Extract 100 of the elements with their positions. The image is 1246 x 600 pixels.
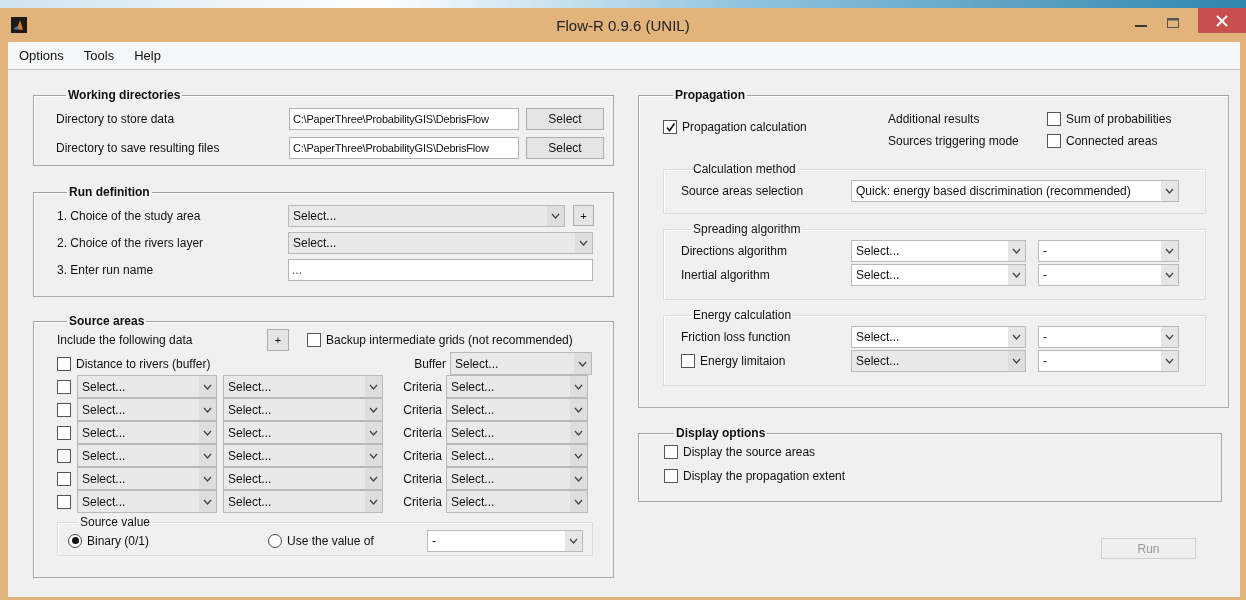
dropdown[interactable]: - [1038, 326, 1179, 348]
checkbox[interactable] [57, 425, 71, 440]
chevron-down-icon [1165, 272, 1174, 278]
chevron-down-icon [203, 383, 212, 390]
radio-label: Use the value of [287, 533, 375, 548]
chevron-down-icon [369, 429, 378, 436]
field-label: Inertial algorithm [681, 268, 771, 282]
chevron-down-icon [369, 452, 378, 459]
dropdown[interactable]: - [1038, 240, 1179, 262]
menu-item[interactable]: Tools [83, 48, 115, 63]
checkbox-label: Propagation calculation [682, 120, 807, 134]
select-button[interactable]: Select [526, 107, 604, 130]
field-label: Criteria [402, 379, 443, 394]
menu-item[interactable]: Options [19, 48, 64, 63]
window-title: Flow-R 0.9.6 (UNIL) [555, 16, 691, 34]
chevron-down-icon [569, 537, 578, 544]
run-name-field[interactable]: ... [288, 258, 593, 281]
field-label: Source areas selection [681, 184, 805, 198]
checkbox[interactable] [57, 379, 71, 394]
chevron-down-icon [578, 360, 587, 367]
group-title: Spreading algorithm [692, 222, 802, 236]
checkbox[interactable] [1047, 112, 1061, 126]
field-label: Friction loss function [681, 330, 792, 344]
chevron-down-icon [574, 498, 583, 505]
chevron-down-icon [1012, 334, 1021, 340]
field-label: Directory to save resulting files [56, 140, 221, 155]
group-title: Working directories [67, 88, 182, 102]
checkbox-label: Display the source areas [683, 445, 816, 459]
chevron-down-icon [574, 429, 583, 436]
field-label: Sources triggering mode [888, 133, 1020, 150]
radio-button[interactable] [268, 533, 282, 548]
checkbox[interactable] [57, 448, 71, 463]
close-button[interactable] [1198, 8, 1246, 33]
chevron-down-icon [1165, 334, 1174, 340]
add-button[interactable]: + [573, 205, 594, 226]
checkbox[interactable] [1047, 134, 1061, 148]
group-title: Propagation [674, 88, 746, 102]
chevron-down-icon [1165, 188, 1174, 194]
chevron-down-icon [551, 212, 560, 219]
group-title: Run definition [68, 185, 151, 199]
field-label: Criteria [402, 448, 443, 463]
checkbox[interactable] [663, 120, 677, 134]
dropdown[interactable]: Select... [851, 326, 1026, 348]
checkbox[interactable] [664, 445, 678, 459]
checkbox-label: Energy limitaion [700, 354, 786, 368]
checkbox[interactable] [307, 333, 321, 347]
radio-label: Binary (0/1) [87, 533, 151, 548]
dropdown[interactable]: - [1038, 264, 1179, 286]
chevron-down-icon [1012, 272, 1021, 278]
chevron-down-icon [203, 429, 212, 436]
chevron-down-icon [203, 498, 212, 505]
checkbox-label: Connected areas [1066, 134, 1158, 148]
add-button[interactable]: + [267, 329, 289, 351]
checkbox-label: Distance to rivers (buffer) [76, 356, 212, 371]
chevron-down-icon [574, 383, 583, 390]
dropdown[interactable]: - [427, 529, 583, 552]
chevron-down-icon [369, 383, 378, 390]
checkbox[interactable] [57, 471, 71, 486]
field-label: Criteria [402, 402, 443, 417]
checkbox[interactable] [681, 354, 695, 368]
field-label: Include the following data [57, 333, 194, 347]
field-label: Directions algorithm [681, 244, 789, 258]
chevron-down-icon [1165, 358, 1174, 364]
field-label: Criteria [402, 494, 443, 509]
radio-button[interactable] [68, 533, 82, 548]
checkbox[interactable] [57, 356, 71, 371]
chevron-down-icon [574, 452, 583, 459]
field-label: Criteria [402, 471, 443, 486]
dropdown[interactable]: - [1038, 350, 1179, 372]
checkbox-label: Display the propagation extent [683, 469, 846, 483]
field-label: 1. Choice of the study area [57, 208, 202, 223]
chevron-down-icon [203, 475, 212, 482]
dropdown[interactable]: Select... [851, 264, 1026, 286]
chevron-down-icon [574, 406, 583, 413]
select-button[interactable]: Select [526, 136, 604, 159]
field-label: Directory to store data [56, 111, 176, 126]
field-label: Additional results [888, 111, 981, 128]
chevron-down-icon [1165, 248, 1174, 254]
chevron-down-icon [369, 475, 378, 482]
group-title: Source areas [68, 314, 146, 328]
chevron-down-icon [574, 475, 583, 482]
maximize-icon[interactable] [1166, 16, 1180, 30]
chevron-down-icon [1012, 248, 1021, 254]
checkbox[interactable] [57, 494, 71, 509]
checkbox[interactable] [57, 402, 71, 417]
menu-item[interactable]: Help [134, 48, 161, 63]
checkbox-label: Backup intermediate grids (not recommended) [326, 333, 573, 347]
chevron-down-icon [369, 498, 378, 505]
field-label: Criteria [402, 425, 443, 440]
group-title: Source value [79, 515, 152, 529]
dropdown[interactable]: Quick: energy based discrimination (recommended) [851, 180, 1179, 202]
path-field[interactable]: C:\PaperThree\ProbabilityGIS\DebrisFlow [289, 136, 519, 159]
path-field[interactable]: C:\PaperThree\ProbabilityGIS\DebrisFlow [289, 107, 519, 130]
field-label: Buffer [413, 356, 447, 371]
field-label: 2. Choice of the rivers layer [57, 235, 205, 250]
group-title: Energy calculation [692, 308, 793, 322]
chevron-down-icon [369, 406, 378, 413]
chevron-down-icon [203, 452, 212, 459]
checkbox[interactable] [664, 469, 678, 483]
dropdown[interactable]: Select... [851, 240, 1026, 262]
